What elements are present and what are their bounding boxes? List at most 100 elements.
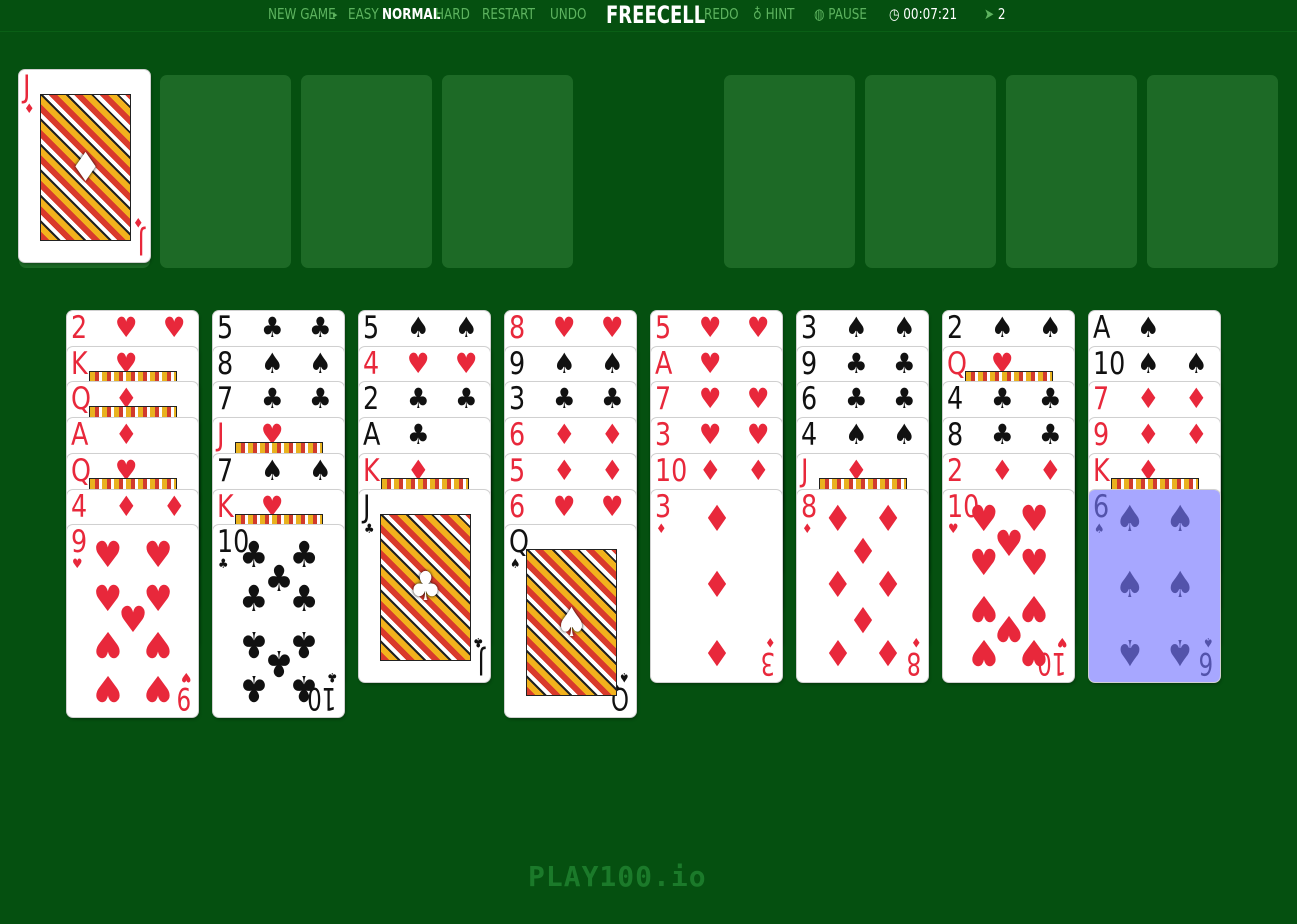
restart-button[interactable]: RESTART	[482, 5, 535, 23]
card-suit-icon: ♥	[699, 382, 722, 416]
difficulty-hard-button[interactable]: HARD	[435, 5, 470, 23]
card-suit-icon: ♦	[1039, 453, 1062, 487]
clock-icon: ◷	[889, 5, 900, 23]
free-cell-2[interactable]	[160, 75, 291, 268]
card-suit-icon: ♦	[764, 633, 776, 649]
card-suit-icon: ♥	[747, 418, 770, 452]
card-suit-icon: ♠	[309, 346, 332, 380]
card-rank: 7	[655, 382, 672, 418]
card-suit-icon: ♦	[991, 453, 1014, 487]
card-rank: 9	[71, 525, 88, 561]
card-rank: 6	[509, 489, 526, 525]
card-rank: K	[1093, 453, 1110, 489]
card-rank-inverted: 6	[1198, 644, 1214, 681]
card-suit-icon: ♣	[364, 521, 375, 537]
tableau-card[interactable]: 9 ♥ 9 ♥ ♥ ♥ ♥ ♥ ♥ ♥ ♥ ♥ ♥	[67, 525, 198, 718]
cursor-icon: ➤	[984, 5, 995, 23]
timer: ◷ 00:07:21	[889, 5, 957, 23]
card-suit-icon: ♥	[180, 669, 192, 685]
card-suit-icon: ♦	[910, 633, 922, 649]
tableau-card[interactable]: 6 ♠ 6 ♠ ♠ ♠ ♠ ♠ ♠ ♠	[1089, 489, 1220, 682]
tableau-card[interactable]: 3 ♦ 3 ♦ ♦ ♦ ♦	[651, 489, 782, 682]
card-suit-icon: ♥	[948, 521, 959, 537]
card-rank: J	[801, 453, 809, 489]
card-pip: ♥	[143, 622, 173, 664]
redo-button[interactable]: REDO	[704, 5, 739, 23]
free-cell-card[interactable]: J ♦ J ♦ ♦	[19, 70, 150, 262]
card-suit-icon: ♥	[699, 311, 722, 344]
tableau-card[interactable]: 8 ♦ 8 ♦ ♦ ♦ ♦ ♦ ♦ ♦ ♦ ♦	[797, 489, 928, 682]
hint-button[interactable]: ♁ HINT	[753, 5, 795, 23]
card-rank: 9	[801, 346, 818, 382]
card-pip: ♠	[1165, 631, 1195, 673]
card-rank: 8	[217, 346, 234, 382]
card-suit-icon: ♠	[261, 346, 284, 380]
card-rank: 6	[509, 418, 526, 454]
card-suit-icon: ♣	[326, 669, 338, 685]
card-suit-icon: ♦	[601, 453, 624, 487]
foundation-4[interactable]	[1147, 75, 1278, 268]
card-rank: J	[23, 70, 31, 105]
card-rank: 7	[217, 453, 234, 489]
free-cell-4[interactable]	[442, 75, 573, 268]
card-rank: A	[363, 418, 381, 454]
undo-button[interactable]: UNDO	[550, 5, 586, 23]
caret-right-icon: ▸	[333, 8, 338, 21]
tableau-card[interactable]: 10 ♥ 10 ♥ ♥ ♥ ♥ ♥ ♥ ♥ ♥ ♥ ♥ ♥	[943, 489, 1074, 682]
card-suit-icon: ♥	[163, 311, 186, 344]
card-suit-icon: ♠	[1185, 346, 1208, 380]
lightbulb-icon: ♁	[753, 5, 762, 23]
card-suit-icon: ♠	[618, 669, 630, 685]
card-suit-icon: ♠	[1202, 633, 1214, 649]
card-suit-icon: ♥	[747, 382, 770, 416]
card-rank: 2	[947, 453, 964, 489]
card-suit-icon: ♠	[1094, 521, 1105, 537]
card-rank: 5	[217, 311, 234, 346]
card-suit-icon: ♠	[455, 311, 478, 344]
difficulty-normal-button[interactable]: NORMAL	[382, 5, 440, 23]
top-toolbar: NEW GAME ▸ EASY NORMAL HARD RESTART UNDO…	[0, 0, 1297, 32]
pause-button[interactable]: ◍ PAUSE	[814, 5, 867, 23]
card-pip: ♣	[289, 666, 319, 708]
card-suit-icon: ♣	[1039, 418, 1062, 452]
foundation-3[interactable]	[1006, 75, 1137, 268]
card-rank: Q	[947, 346, 968, 382]
card-suit-icon: ♦	[601, 418, 624, 452]
card-suit-icon: ♠	[893, 418, 916, 452]
card-rank: 10	[1093, 346, 1126, 382]
card-suit-icon: ♠	[407, 311, 430, 344]
card-pip: ♥	[969, 543, 999, 585]
free-cell-3[interactable]	[301, 75, 432, 268]
card-rank-inverted: 8	[906, 644, 922, 681]
card-pip: ♥	[143, 534, 173, 576]
card-suit-icon: ♥	[747, 311, 770, 344]
tableau-card[interactable]: 10 ♣ 10 ♣ ♣ ♣ ♣ ♣ ♣ ♣ ♣ ♣ ♣ ♣	[213, 525, 344, 718]
card-suit-icon: ♣	[991, 418, 1014, 452]
tableau-card[interactable]: J ♣ J ♣ ♣	[359, 489, 490, 682]
tableau-card[interactable]: Q ♠ Q ♠ ♠	[505, 525, 636, 718]
card-suit-icon: ♦	[1185, 382, 1208, 416]
card-rank: 2	[71, 311, 88, 346]
card-pip: ♥	[93, 534, 123, 576]
card-rank: J	[363, 489, 371, 525]
difficulty-easy-button[interactable]: EASY	[348, 5, 379, 23]
card-suit-icon: ♣	[472, 633, 484, 649]
card-suit-icon: ♦	[1137, 382, 1160, 416]
card-pip: ♠	[1115, 564, 1145, 606]
card-suit-icon: ♥	[1056, 633, 1068, 649]
new-game-button[interactable]: NEW GAME	[268, 5, 336, 23]
card-pip: ♦	[873, 631, 903, 673]
foundation-1[interactable]	[724, 75, 855, 268]
card-pip: ♥	[143, 666, 173, 708]
card-rank: 10	[655, 453, 688, 489]
card-suit-icon: ♦	[656, 521, 667, 537]
card-suit-icon: ♣	[309, 382, 332, 416]
card-suit-icon: ♠	[1039, 311, 1062, 344]
card-suit-icon: ♦	[747, 453, 770, 487]
card-suit-icon: ♠	[261, 453, 284, 487]
card-rank: 7	[1093, 382, 1110, 418]
card-suit-icon: ♣	[601, 382, 624, 416]
card-pip: ♦	[873, 564, 903, 606]
foundation-2[interactable]	[865, 75, 996, 268]
card-pip: ♣	[239, 666, 269, 708]
